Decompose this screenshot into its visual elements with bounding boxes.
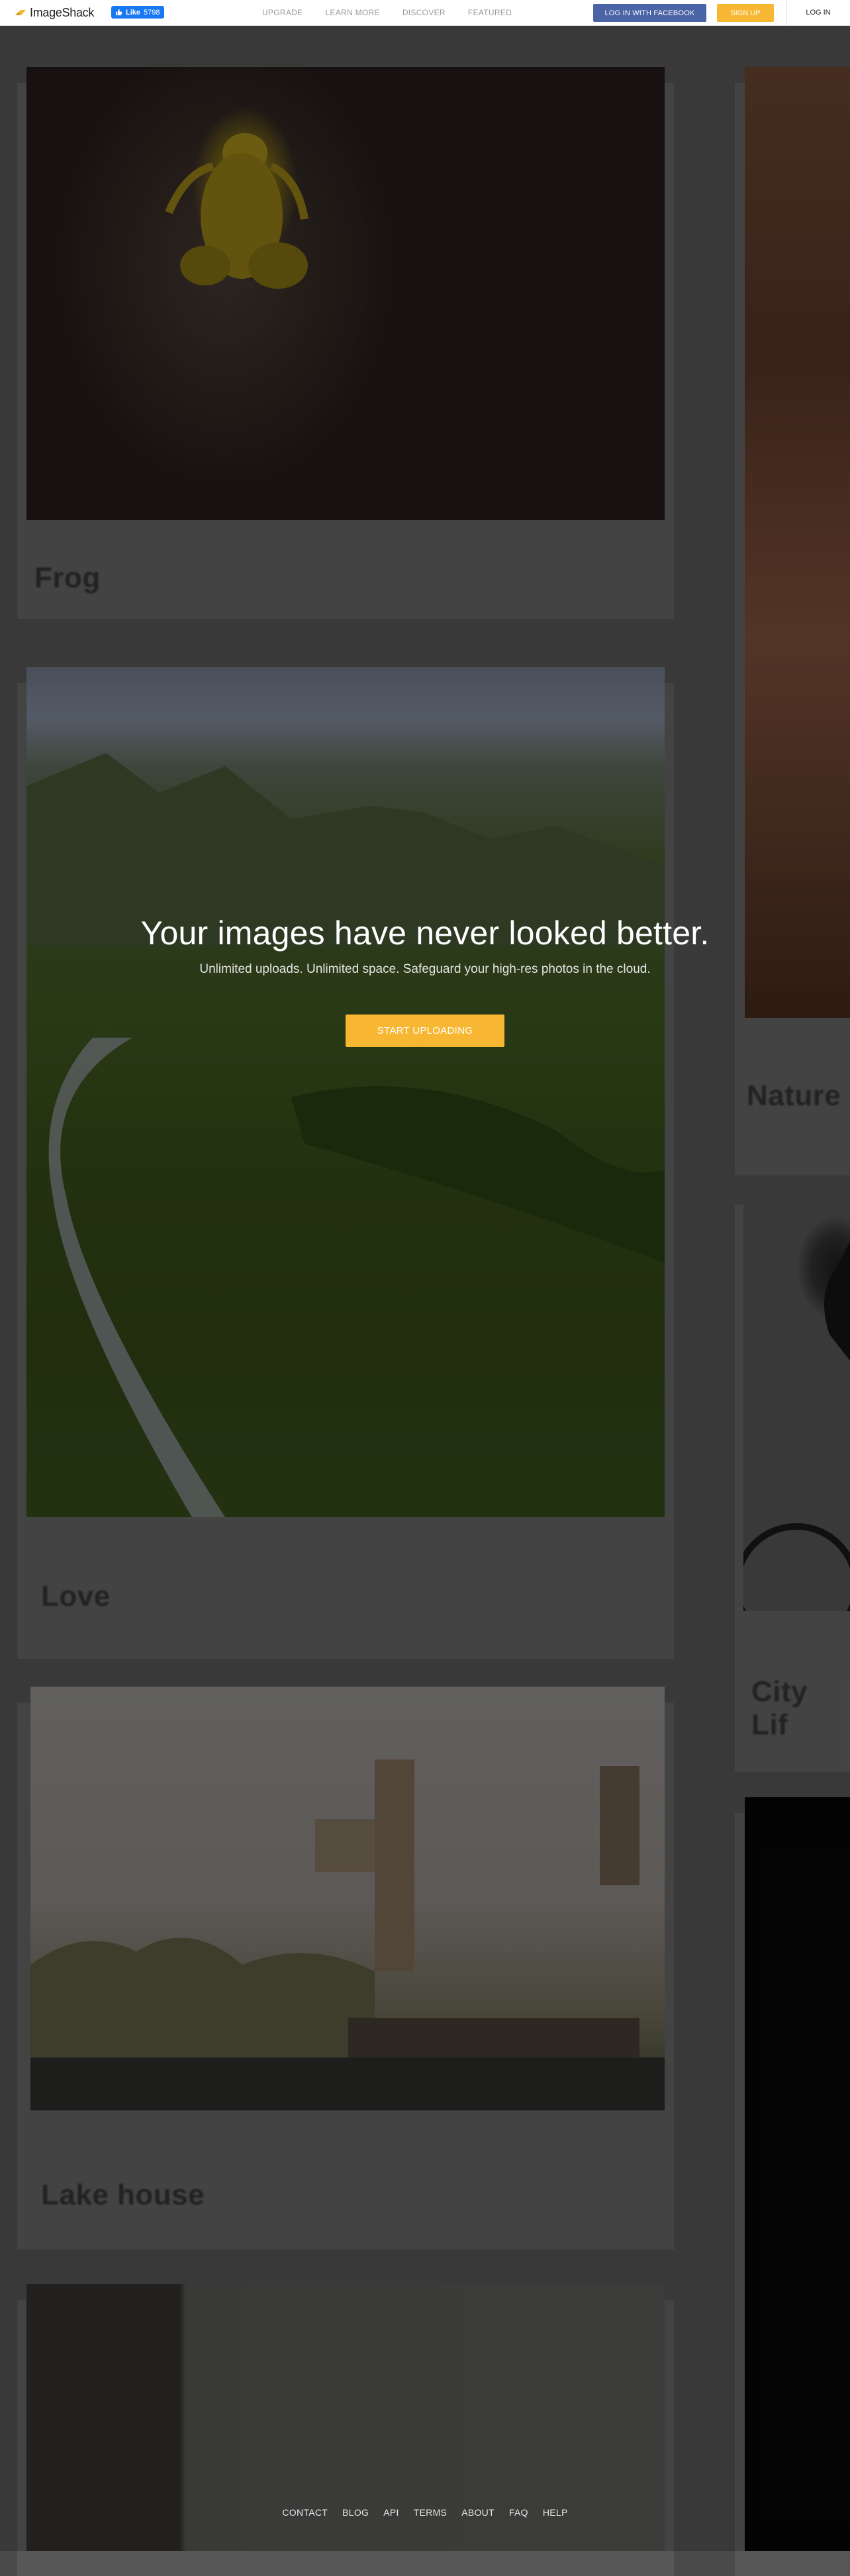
nav-learn-more[interactable]: LEARN MORE	[325, 8, 379, 17]
frog-illustration	[165, 133, 308, 289]
sign-up-button[interactable]: SIGN UP	[717, 4, 774, 22]
frog-photo	[26, 67, 665, 520]
header-divider	[786, 0, 787, 25]
lake-house-photo	[30, 1687, 665, 2110]
bicycle-illustration	[743, 1242, 850, 1611]
footer-link-terms[interactable]: TERMS	[414, 2507, 448, 2518]
nav-upgrade[interactable]: UPGRADE	[262, 8, 303, 17]
footer-link-about[interactable]: ABOUT	[461, 2507, 495, 2518]
facebook-like-button[interactable]: Like 5798	[111, 6, 164, 19]
start-uploading-button[interactable]: START UPLOADING	[346, 1015, 504, 1047]
facebook-login-button[interactable]: LOG IN WITH FACEBOOK	[593, 4, 706, 22]
love-photo	[26, 667, 665, 1517]
mountain-road-illustration	[26, 753, 665, 1517]
card-title-nature[interactable]: Nature	[747, 1079, 841, 1113]
hero-title: Your images have never looked better.	[140, 915, 710, 952]
logo-text: ImageShack	[30, 5, 95, 19]
log-in-button[interactable]: LOG IN	[794, 0, 842, 25]
footer-link-api[interactable]: API	[383, 2507, 399, 2518]
facebook-like-label: Like	[126, 8, 141, 17]
thumbs-up-icon	[115, 9, 122, 16]
facebook-like-count: 5798	[144, 8, 160, 17]
card-title-frog[interactable]: Frog	[34, 562, 101, 595]
footer-link-blog[interactable]: BLOG	[342, 2507, 369, 2518]
imageshack-logo[interactable]: ImageShack	[15, 6, 94, 19]
footer-link-help[interactable]: HELP	[543, 2507, 568, 2518]
dark-photo	[745, 1797, 850, 2551]
nav-discover[interactable]: DISCOVER	[402, 8, 446, 17]
card-title-lake-house[interactable]: Lake house	[41, 2179, 205, 2212]
footer-links: CONTACT BLOG API TERMS ABOUT FAQ HELP	[0, 2504, 850, 2520]
footer-link-contact[interactable]: CONTACT	[282, 2507, 328, 2518]
nav-featured[interactable]: FEATURED	[468, 8, 512, 17]
main-nav: UPGRADE LEARN MORE DISCOVER FEATURED	[262, 0, 534, 25]
logo-icon	[15, 10, 26, 15]
card-title-love[interactable]: Love	[41, 1580, 111, 1613]
jumping-people-illustration	[30, 1759, 665, 2110]
city-life-photo	[743, 1189, 850, 1611]
top-navigation-bar: ImageShack Like 5798 UPGRADE LEARN MORE …	[0, 0, 850, 26]
footer-link-faq[interactable]: FAQ	[509, 2507, 528, 2518]
hero-subtitle: Unlimited uploads. Unlimited space. Safe…	[199, 962, 651, 976]
nature-photo	[745, 67, 850, 1018]
card-title-city-life[interactable]: City Lif	[751, 1675, 850, 1742]
